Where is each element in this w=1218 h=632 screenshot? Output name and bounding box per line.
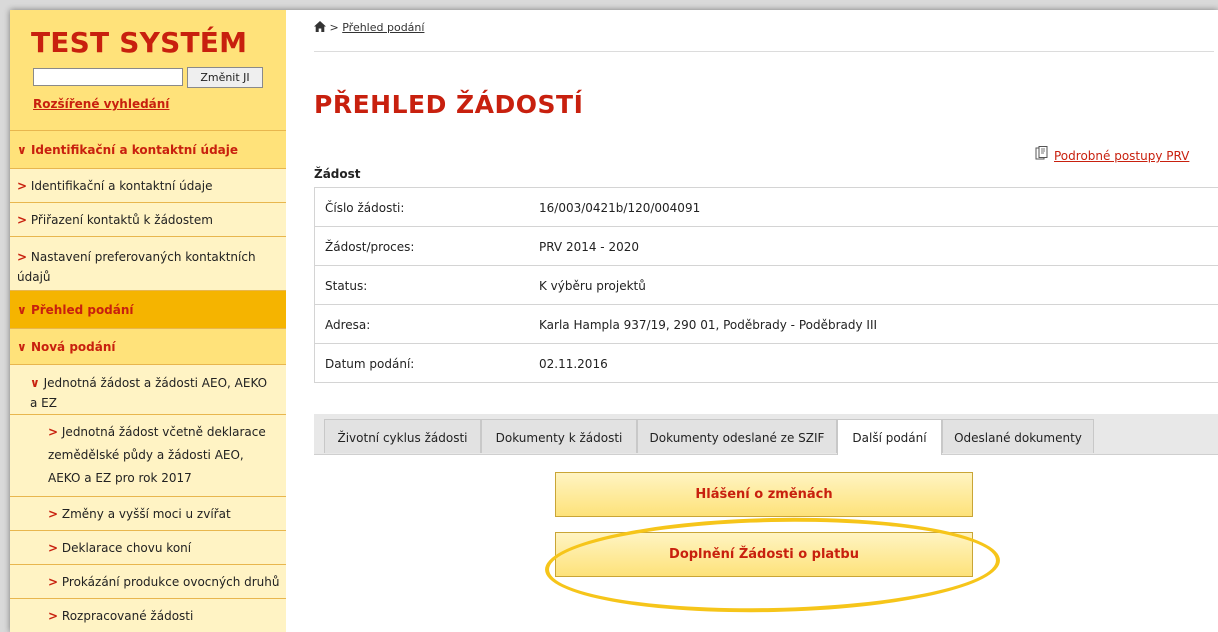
nav-item-horse-declaration[interactable]: > Deklarace chovu koní — [10, 530, 286, 564]
nav-item-identification[interactable]: > Identifikační a kontaktní údaje — [10, 168, 286, 202]
nav-label: Jednotná žádost a žádosti AEO, AEKO a EZ — [30, 376, 268, 410]
tab-label: Životní cyklus žádosti — [337, 431, 468, 445]
app-logo: TEST SYSTÉM — [31, 26, 248, 59]
chevron-down-icon: ∨ — [17, 143, 27, 157]
chevron-down-icon: ∨ — [30, 376, 40, 390]
detailed-procedures-link[interactable]: Podrobné postupy PRV — [1054, 149, 1189, 163]
nav-label: Identifikační a kontaktní údaje — [30, 143, 239, 157]
chevron-right-icon: > — [17, 213, 28, 227]
nav-label: Změny a vyšší moci u zvířat — [61, 507, 231, 521]
chevron-right-icon: > — [48, 541, 59, 555]
info-label: Adresa: — [325, 318, 371, 332]
nav-label: Identifikační a kontaktní údaje — [30, 179, 213, 193]
info-label: Status: — [325, 279, 368, 293]
nav-label: Jednotná žádost včetně deklarace zeměděl… — [48, 425, 266, 485]
nav-label: Přiřazení kontaktů k žádostem — [30, 213, 213, 227]
nav-section-overview[interactable]: ∨ Přehled podání — [10, 290, 286, 328]
tab-other-submissions[interactable]: Další podání — [837, 419, 942, 455]
nav-item-single-application[interactable]: ∨ Jednotná žádost a žádosti AEO, AEKO a … — [10, 364, 286, 414]
payment-supplement-button[interactable]: Doplnění Žádosti o platbu — [555, 532, 973, 577]
chevron-down-icon: ∨ — [17, 303, 27, 317]
breadcrumb-current[interactable]: Přehled podání — [342, 21, 424, 34]
chevron-right-icon: > — [17, 179, 28, 193]
report-changes-button[interactable]: Hlášení o změnách — [555, 472, 973, 517]
section-title: Žádost — [314, 167, 361, 181]
info-row: Adresa: Karla Hampla 937/19, 290 01, Pod… — [314, 305, 1218, 344]
header-divider — [314, 51, 1214, 52]
nav-item-contact-assignment[interactable]: > Přiřazení kontaktů k žádostem — [10, 202, 286, 236]
nav-item-single-application-2017[interactable]: > Jednotná žádost včetně deklarace zeměd… — [10, 414, 286, 496]
nav-label: Rozpracované žádosti — [61, 609, 194, 623]
nav-label: Nastavení preferovaných kontaktních údaj… — [17, 250, 256, 284]
sidebar: TEST SYSTÉM Změnit JI Rozšířené vyhledán… — [10, 10, 286, 632]
info-value: K výběru projektů — [539, 279, 646, 293]
info-row: Číslo žádosti: 16/003/0421b/120/004091 — [314, 188, 1218, 227]
advanced-search-link[interactable]: Rozšířené vyhledání — [33, 97, 169, 111]
nav-item-drafts[interactable]: > Rozpracované žádosti — [10, 598, 286, 632]
document-help-icon[interactable] — [1034, 146, 1050, 162]
info-value: 02.11.2016 — [539, 357, 608, 371]
tab-documents[interactable]: Dokumenty k žádosti — [481, 419, 637, 453]
info-label: Datum podání: — [325, 357, 415, 371]
nav-label: Prokázání produkce ovocných druhů — [61, 575, 280, 589]
breadcrumb: > Přehled podání — [314, 21, 424, 34]
chevron-down-icon: ∨ — [17, 340, 27, 354]
info-value: PRV 2014 - 2020 — [539, 240, 639, 254]
chevron-right-icon: > — [17, 250, 28, 264]
nav-item-animal-changes[interactable]: > Změny a vyšší moci u zvířat — [10, 496, 286, 530]
info-label: Číslo žádosti: — [325, 201, 405, 215]
info-label: Žádost/proces: — [325, 240, 415, 254]
info-row: Žádost/proces: PRV 2014 - 2020 — [314, 227, 1218, 266]
search-input[interactable] — [33, 68, 183, 86]
nav-label: Deklarace chovu koní — [61, 541, 192, 555]
tab-szif-documents[interactable]: Dokumenty odeslané ze SZIF — [637, 419, 837, 453]
info-value: 16/003/0421b/120/004091 — [539, 201, 701, 215]
nav-item-fruit-production[interactable]: > Prokázání produkce ovocných druhů — [10, 564, 286, 598]
nav-section-identification[interactable]: ∨ Identifikační a kontaktní údaje — [10, 130, 286, 168]
tab-lifecycle[interactable]: Životní cyklus žádosti — [324, 419, 481, 453]
info-row: Datum podání: 02.11.2016 — [314, 344, 1218, 383]
application-info-table: Číslo žádosti: 16/003/0421b/120/004091 Ž… — [314, 187, 1218, 383]
breadcrumb-separator: > — [329, 21, 339, 34]
chevron-right-icon: > — [48, 507, 59, 521]
chevron-right-icon: > — [48, 609, 59, 623]
page-title: PŘEHLED ŽÁDOSTÍ — [314, 90, 584, 119]
chevron-right-icon: > — [48, 425, 59, 439]
home-icon[interactable] — [314, 21, 326, 32]
tab-label: Další podání — [852, 431, 927, 445]
info-value: Karla Hampla 937/19, 290 01, Poděbrady -… — [539, 318, 878, 332]
nav-label: Nová podání — [30, 340, 116, 354]
nav-section-new[interactable]: ∨ Nová podání — [10, 328, 286, 364]
tab-label: Odeslané dokumenty — [954, 431, 1082, 445]
app-frame: TEST SYSTÉM Změnit JI Rozšířené vyhledán… — [10, 10, 1218, 632]
tabs-bar: Životní cyklus žádosti Dokumenty k žádos… — [314, 414, 1218, 455]
tab-label: Dokumenty k žádosti — [495, 431, 623, 445]
nav-item-preferred-contacts[interactable]: > Nastavení preferovaných kontaktních úd… — [10, 236, 286, 290]
tab-sent-documents[interactable]: Odeslané dokumenty — [942, 419, 1094, 453]
change-ji-button[interactable]: Změnit JI — [187, 67, 263, 88]
chevron-right-icon: > — [48, 575, 59, 589]
nav-label: Přehled podání — [30, 303, 134, 317]
tab-label: Dokumenty odeslané ze SZIF — [649, 431, 825, 445]
info-row: Status: K výběru projektů — [314, 266, 1218, 305]
